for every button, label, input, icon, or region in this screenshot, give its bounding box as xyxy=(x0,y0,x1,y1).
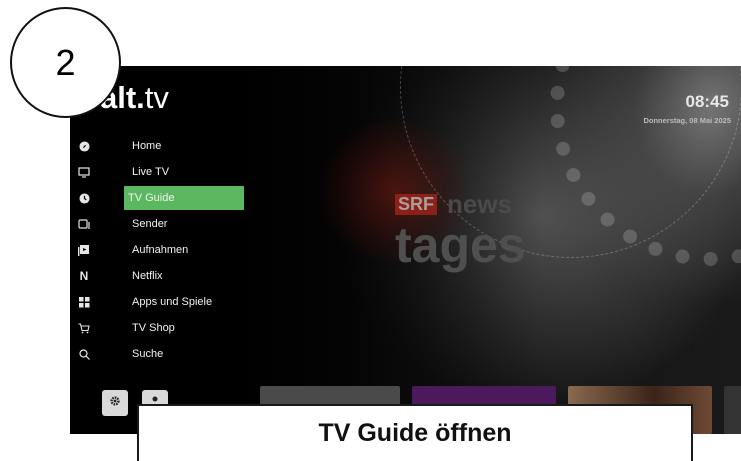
tv-icon xyxy=(78,166,90,178)
netflix-icon: N xyxy=(79,269,89,283)
clock: 08:45 xyxy=(685,92,729,111)
menu-item-live-tv[interactable]: Live TV xyxy=(78,160,240,184)
menu-item-home[interactable]: Home xyxy=(78,134,240,158)
menu-item-sender[interactable]: Sender xyxy=(78,212,240,236)
settings-button[interactable] xyxy=(102,390,128,416)
date: Donnerstag, 08 Mai 2025 xyxy=(643,116,731,125)
content-tile[interactable] xyxy=(724,386,741,434)
apps-grid-icon xyxy=(78,296,90,308)
compass-icon xyxy=(78,140,90,152)
tv-screen: SRF news tages alt.tv 08:45 Donnerstag, … xyxy=(70,66,741,434)
search-icon xyxy=(78,348,90,360)
srf-logo: SRF xyxy=(395,194,437,215)
channels-icon xyxy=(78,218,90,230)
menu-item-tv-shop[interactable]: TV Shop xyxy=(78,316,240,340)
menu-item-suche[interactable]: Suche xyxy=(78,342,240,366)
menu-item-apps[interactable]: Apps und Spiele xyxy=(78,290,240,314)
menu-item-netflix[interactable]: N Netflix xyxy=(80,264,240,288)
cart-icon xyxy=(78,322,90,334)
program-title: tages xyxy=(395,217,526,273)
clock-icon xyxy=(78,192,90,204)
gear-icon xyxy=(109,394,121,412)
menu-item-tv-guide[interactable]: TV Guide xyxy=(78,186,244,210)
recordings-icon xyxy=(78,244,90,256)
step-number-badge: 2 xyxy=(10,7,121,118)
instruction-caption: TV Guide öffnen xyxy=(137,404,693,461)
menu-item-aufnahmen[interactable]: Aufnahmen xyxy=(78,238,240,262)
